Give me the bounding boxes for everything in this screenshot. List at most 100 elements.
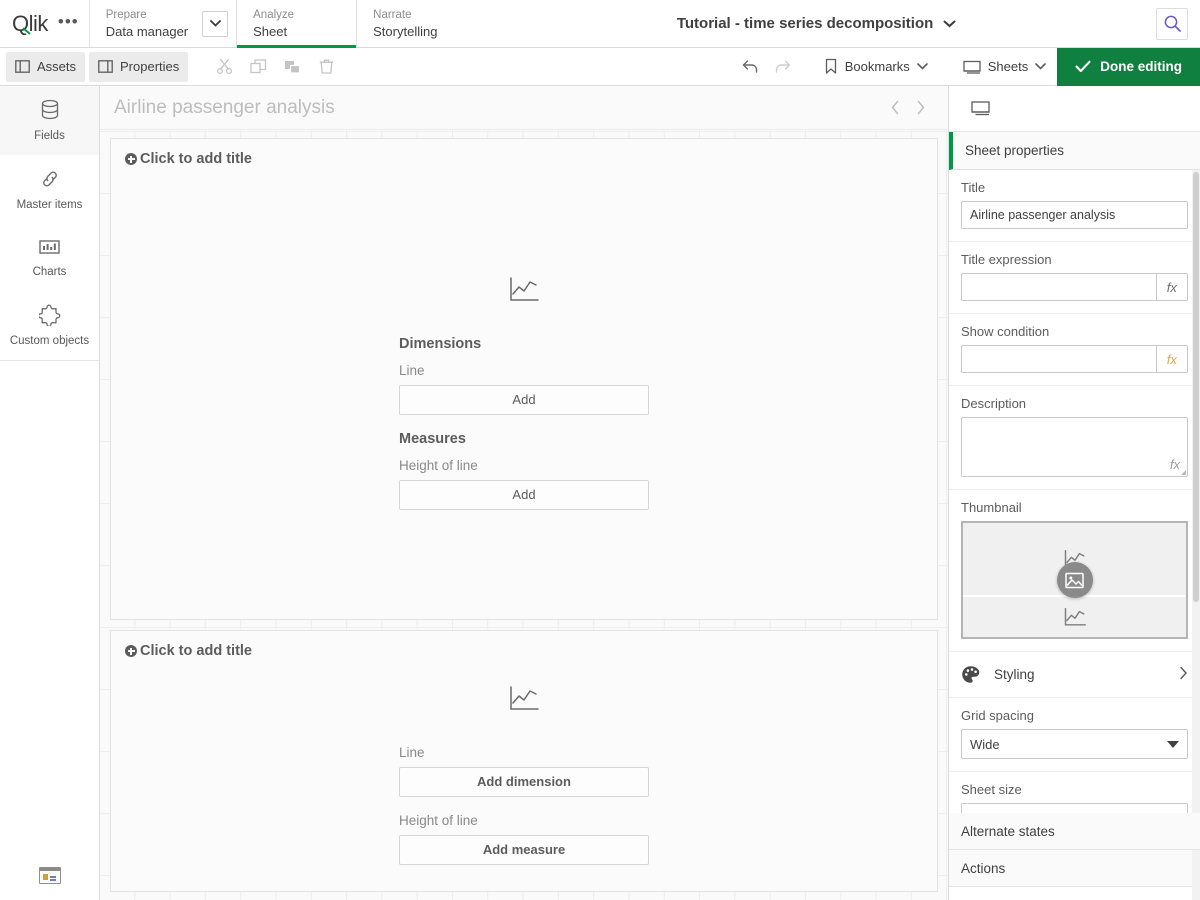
qlik-sense-app: Qlik ••• Prepare Data manager Analyze Sh… xyxy=(0,0,1200,900)
database-icon xyxy=(40,99,60,121)
nav-item-narrate-section: Narrate xyxy=(373,8,461,23)
paste-button[interactable] xyxy=(277,52,307,82)
measure-label-2: Height of line xyxy=(399,813,649,828)
thumbnail-image-picker-button[interactable] xyxy=(1057,562,1093,598)
show-condition-fx-button[interactable]: fx xyxy=(1156,345,1188,373)
sidebar-item-master-items[interactable]: Master items xyxy=(0,155,99,224)
expression-editor-icon[interactable] xyxy=(39,867,61,884)
bookmark-icon xyxy=(824,58,838,75)
properties-panel: Sheet properties Title Title expression … xyxy=(948,86,1200,900)
properties-label: Properties xyxy=(120,59,179,74)
thumbnail-preview[interactable] xyxy=(961,521,1188,639)
sheets-label: Sheets xyxy=(988,59,1028,74)
assets-button[interactable]: Assets xyxy=(6,52,85,82)
sidebar-item-custom-objects-label: Custom objects xyxy=(10,335,89,348)
previous-sheet-button[interactable] xyxy=(882,95,908,121)
alternate-states-section[interactable]: Alternate states xyxy=(949,813,1200,850)
next-sheet-button[interactable] xyxy=(908,95,934,121)
image-picker-icon xyxy=(1065,572,1084,589)
properties-content: Title Title expression fx Show condition xyxy=(949,170,1200,887)
line-chart-icon xyxy=(509,686,539,717)
description-textarea[interactable]: fx xyxy=(961,417,1188,477)
sheet-properties-tab[interactable] xyxy=(967,95,995,123)
nav-item-prepare-label: Data manager xyxy=(106,23,188,40)
cut-button[interactable] xyxy=(209,52,239,82)
add-dimension-button-1[interactable]: Add xyxy=(399,385,649,415)
properties-scroll-area: Title Title expression fx Show condition xyxy=(949,170,1200,900)
toolbar-right-group: Bookmarks Sheets Done editing xyxy=(736,48,1200,85)
grid-spacing-label: Grid spacing xyxy=(961,708,1188,723)
delete-button[interactable] xyxy=(311,52,341,82)
chevron-right-icon xyxy=(916,100,926,115)
done-editing-label: Done editing xyxy=(1100,59,1182,74)
overflow-menu-icon[interactable]: ••• xyxy=(58,13,79,34)
properties-header-label: Sheet properties xyxy=(965,143,1064,158)
done-editing-button[interactable]: Done editing xyxy=(1057,48,1200,86)
qlik-logo[interactable]: Qlik xyxy=(12,13,48,35)
sheet-canvas: Airline passenger analysis Click to add … xyxy=(100,86,948,900)
title-expression-input[interactable] xyxy=(961,273,1156,301)
properties-button[interactable]: Properties xyxy=(89,52,188,82)
title-input[interactable] xyxy=(961,201,1188,229)
actions-section[interactable]: Actions xyxy=(949,850,1200,887)
sheet-header: Airline passenger analysis xyxy=(100,86,948,130)
chevron-down-icon[interactable] xyxy=(202,11,228,37)
sidebar-item-charts-label: Charts xyxy=(33,266,67,279)
copy-button[interactable] xyxy=(243,52,273,82)
show-condition-group: Show condition fx xyxy=(949,314,1200,386)
nav-item-analyze[interactable]: Analyze Sheet xyxy=(237,0,357,47)
add-measure-button-2[interactable]: Add measure xyxy=(399,835,649,865)
grid-spacing-group: Grid spacing Wide xyxy=(949,698,1200,772)
add-title-button-2[interactable]: Click to add title xyxy=(111,631,937,659)
toolbar-spacer xyxy=(341,48,735,85)
properties-header: Sheet properties xyxy=(949,132,1200,170)
sheet-title: Airline passenger analysis xyxy=(114,97,882,119)
grid-spacing-select[interactable]: Wide xyxy=(961,729,1188,759)
grid-spacing-select-wrap: Wide xyxy=(961,729,1188,759)
plus-circle-icon xyxy=(125,645,137,657)
add-measure-button-1[interactable]: Add xyxy=(399,480,649,510)
assets-rail: Fields Master items Charts xyxy=(0,86,100,900)
paste-icon xyxy=(284,58,301,75)
sidebar-item-fields[interactable]: Fields xyxy=(0,86,99,155)
undo-button[interactable] xyxy=(736,52,766,82)
chart-placeholder-1[interactable]: Click to add title Dimensions xyxy=(110,138,938,620)
dimension-label-1: Line xyxy=(399,363,649,378)
title-expression-group: Title expression fx xyxy=(949,242,1200,314)
show-condition-input[interactable] xyxy=(961,345,1156,373)
title-expression-fx-button[interactable]: fx xyxy=(1156,273,1188,301)
search-button[interactable] xyxy=(1156,8,1188,40)
add-dimension-button-2[interactable]: Add dimension xyxy=(399,767,649,797)
properties-scrollbar[interactable] xyxy=(1192,170,1200,900)
puzzle-icon xyxy=(39,304,61,326)
thumbnail-label: Thumbnail xyxy=(961,500,1188,515)
sidebar-item-charts[interactable]: Charts xyxy=(0,224,99,291)
sidebar-item-master-items-label: Master items xyxy=(17,199,83,212)
add-title-label-2: Click to add title xyxy=(140,643,252,659)
redo-button[interactable] xyxy=(768,52,798,82)
app-body: Fields Master items Charts xyxy=(0,86,1200,900)
sidebar-item-custom-objects[interactable]: Custom objects xyxy=(0,291,99,360)
properties-scrollbar-thumb[interactable] xyxy=(1193,172,1199,602)
line-chart-icon xyxy=(1064,608,1086,627)
edit-toolbar: Assets Properties xyxy=(0,48,1200,86)
sheets-button[interactable]: Sheets xyxy=(954,52,1055,82)
palette-icon xyxy=(961,665,980,684)
nav-item-narrate[interactable]: Narrate Storytelling xyxy=(357,0,477,47)
properties-tabs xyxy=(949,86,1200,132)
styling-row[interactable]: Styling xyxy=(949,652,1200,698)
show-condition-row: fx xyxy=(961,345,1188,373)
add-title-button-1[interactable]: Click to add title xyxy=(111,139,937,167)
title-group: Title xyxy=(949,170,1200,242)
redo-icon xyxy=(773,57,792,76)
chart-placeholder-2[interactable]: Click to add title Line xyxy=(110,630,938,892)
line-chart-icon xyxy=(509,277,539,308)
nav-item-prepare[interactable]: Prepare Data manager xyxy=(90,0,237,47)
app-title-dropdown[interactable]: Tutorial - time series decomposition xyxy=(477,0,1156,47)
title-field-label: Title xyxy=(961,180,1188,195)
description-label: Description xyxy=(961,396,1188,411)
sheet-grid-area: Click to add title Dimensions xyxy=(100,130,948,900)
bookmarks-button[interactable]: Bookmarks xyxy=(815,52,937,82)
sheet-size-label: Sheet size xyxy=(961,782,1188,797)
description-fx-button[interactable]: fx xyxy=(1170,457,1180,472)
